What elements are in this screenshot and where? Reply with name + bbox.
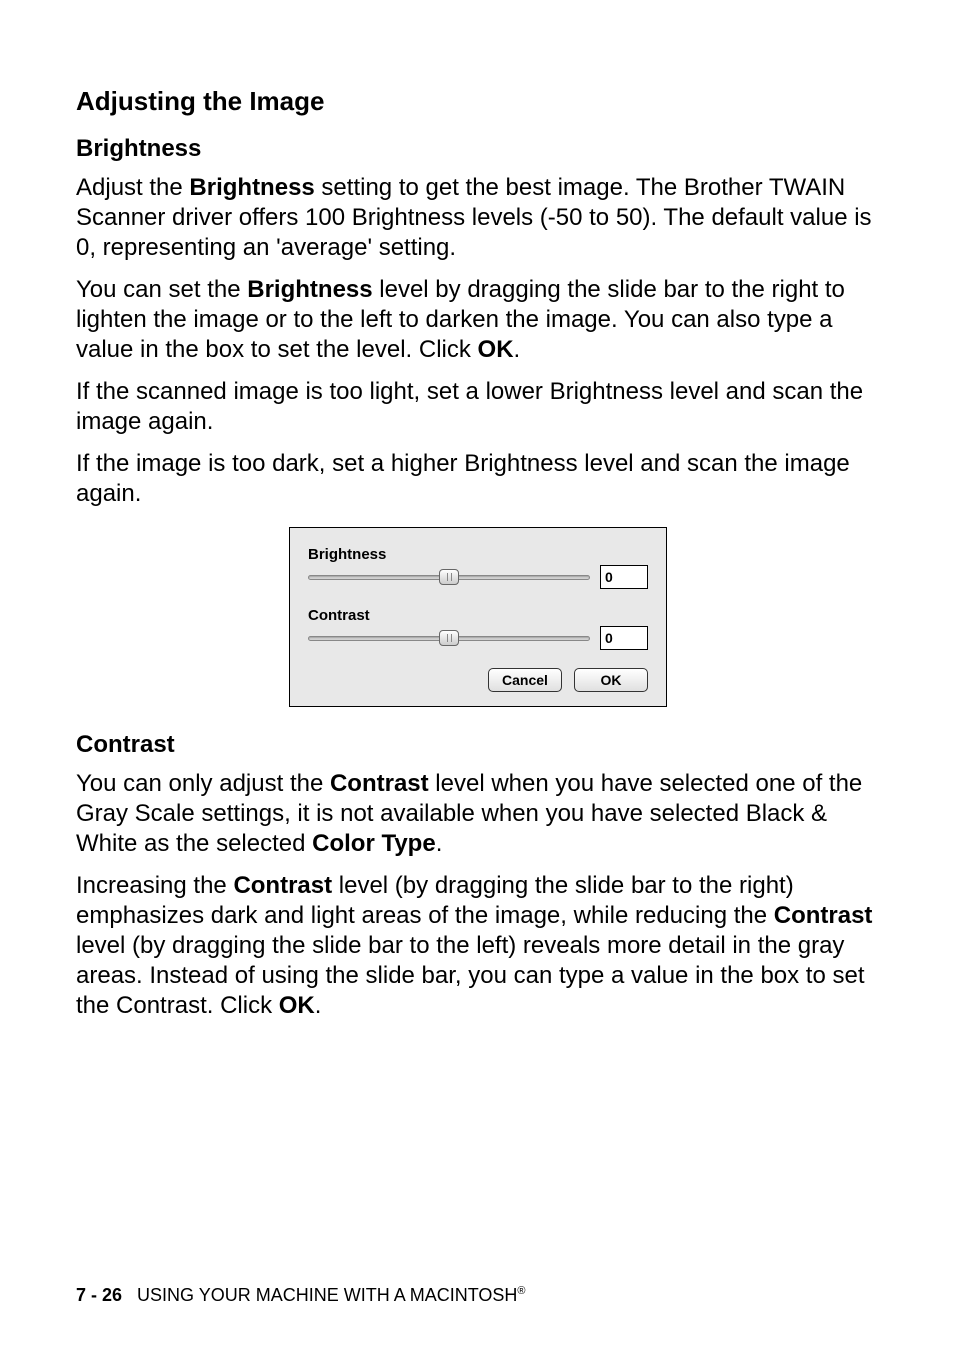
page-number: 7 - 26 (76, 1285, 122, 1305)
brightness-label: Brightness (308, 546, 648, 563)
text: . (315, 992, 322, 1019)
para-brightness-set: You can set the Brightness level by drag… (76, 275, 880, 365)
contrast-control-group: Contrast 0 (308, 607, 648, 650)
heading-adjusting-image: Adjusting the Image (76, 86, 880, 117)
contrast-label: Contrast (308, 607, 648, 624)
page-content: Adjusting the Image Brightness Adjust th… (0, 0, 954, 1021)
bold-contrast: Contrast (233, 872, 332, 899)
bold-brightness: Brightness (247, 276, 372, 303)
cancel-button[interactable]: Cancel (488, 668, 562, 692)
heading-brightness: Brightness (76, 135, 880, 163)
para-too-light: If the scanned image is too light, set a… (76, 377, 880, 437)
bold-ok: OK (478, 336, 514, 363)
page-footer: 7 - 26 USING YOUR MACHINE WITH A MACINTO… (76, 1285, 526, 1306)
para-contrast-availability: You can only adjust the Contrast level w… (76, 769, 880, 859)
brightness-row: 0 (308, 565, 648, 589)
brightness-slider[interactable] (308, 573, 590, 581)
slider-thumb[interactable] (439, 569, 459, 585)
text: You can only adjust the (76, 770, 330, 797)
text: . (436, 830, 443, 857)
para-brightness-intro: Adjust the Brightness setting to get the… (76, 173, 880, 263)
bold-brightness: Brightness (189, 174, 314, 201)
dialog-button-row: Cancel OK (308, 668, 648, 692)
ok-button[interactable]: OK (574, 668, 648, 692)
bold-contrast: Contrast (774, 902, 873, 929)
contrast-row: 0 (308, 626, 648, 650)
brightness-control-group: Brightness 0 (308, 546, 648, 589)
footer-text: USING YOUR MACHINE WITH A MACINTOSH (137, 1285, 517, 1305)
brightness-contrast-dialog: Brightness 0 Contrast 0 (289, 527, 667, 707)
contrast-slider[interactable] (308, 634, 590, 642)
heading-contrast: Contrast (76, 731, 880, 759)
para-contrast-adjust: Increasing the Contrast level (by draggi… (76, 871, 880, 1021)
text: You can set the (76, 276, 247, 303)
text: Increasing the (76, 872, 233, 899)
dialog-screenshot: Brightness 0 Contrast 0 (76, 527, 880, 707)
bold-ok: OK (279, 992, 315, 1019)
text: level (by dragging the slide bar to the … (76, 932, 865, 1019)
contrast-value-input[interactable]: 0 (600, 626, 648, 650)
para-too-dark: If the image is too dark, set a higher B… (76, 449, 880, 509)
brightness-value-input[interactable]: 0 (600, 565, 648, 589)
text: . (514, 336, 521, 363)
slider-thumb[interactable] (439, 630, 459, 646)
bold-color-type: Color Type (312, 830, 436, 857)
text: Adjust the (76, 174, 189, 201)
bold-contrast: Contrast (330, 770, 429, 797)
registered-symbol: ® (517, 1285, 525, 1297)
